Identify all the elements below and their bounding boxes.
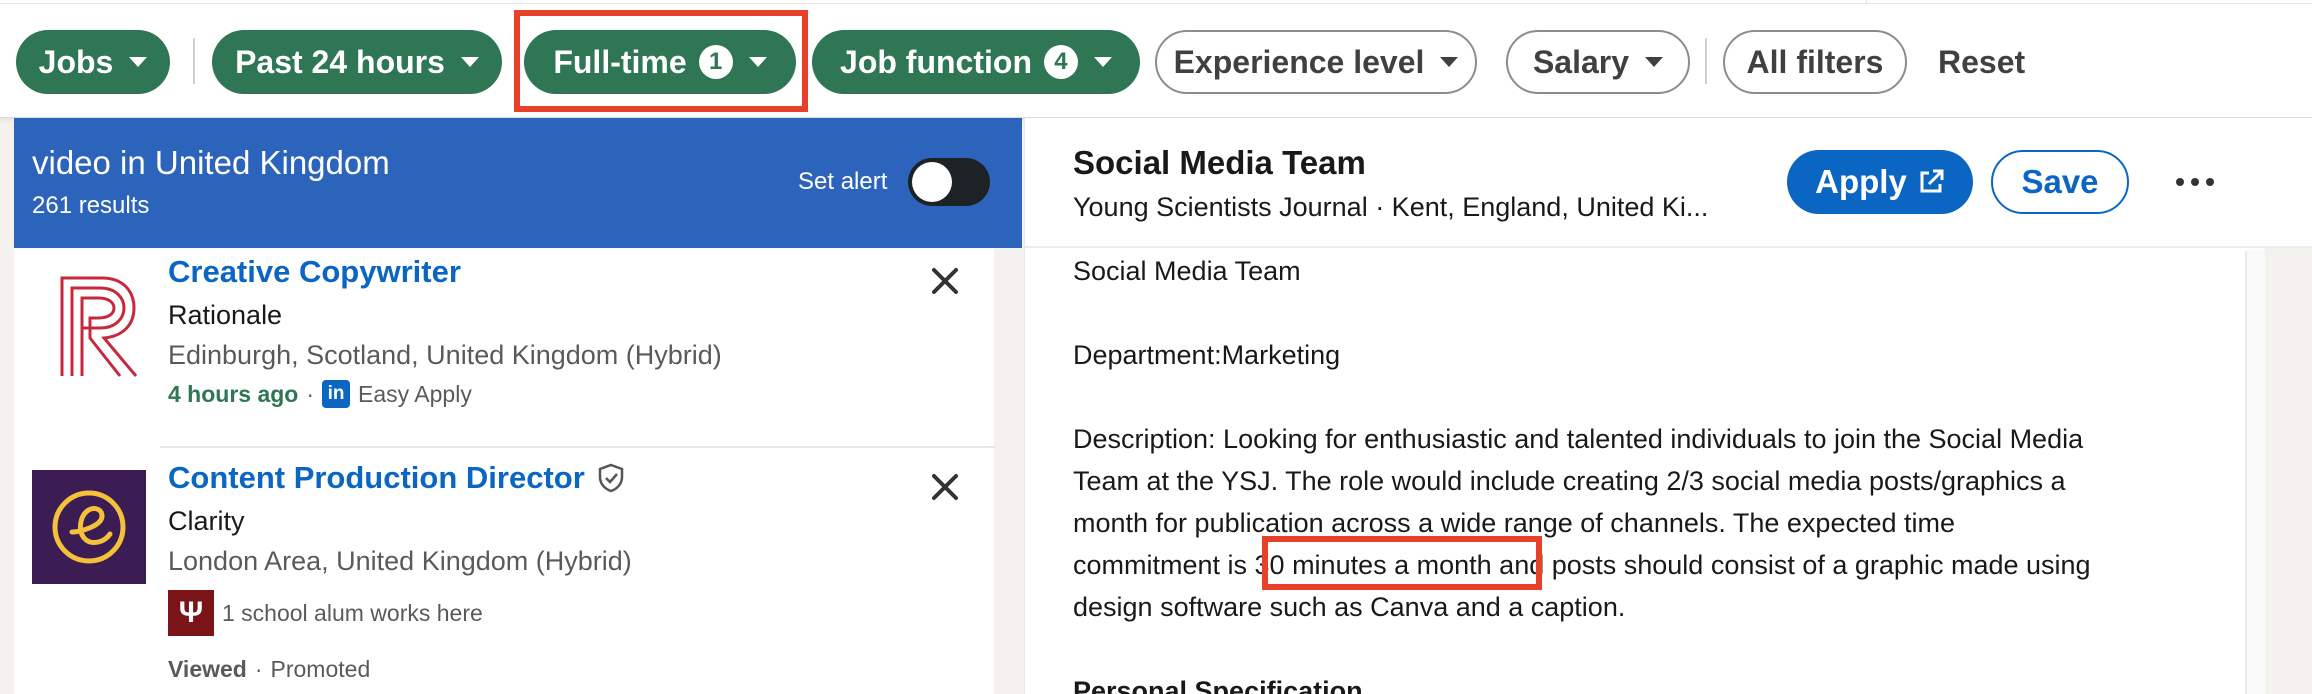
chevron-down-icon xyxy=(1093,57,1112,67)
job-function-filter-button[interactable]: Job function 4 xyxy=(812,30,1140,94)
desc-text: commitment is xyxy=(1073,550,1255,580)
desc-line: Social Media Team xyxy=(1073,256,1301,286)
desc-line: month for publication across a wide rang… xyxy=(1073,508,1956,538)
verified-shield-icon xyxy=(598,463,624,493)
search-title: video in United Kingdom xyxy=(32,144,390,181)
experience-level-filter-label: Experience level xyxy=(1173,43,1425,80)
scrollbar[interactable] xyxy=(2245,250,2265,694)
results-count: 261 results xyxy=(32,192,150,219)
external-link-icon xyxy=(1920,169,1944,193)
dismiss-job-icon[interactable] xyxy=(928,264,962,298)
linkedin-icon: in xyxy=(322,380,351,408)
meta-separator: · xyxy=(306,380,315,407)
toggle-knob xyxy=(912,162,952,202)
job-detail-title: Social Media Team xyxy=(1073,144,1366,181)
more-options-icon[interactable] xyxy=(2155,158,2235,206)
top-divider-notch xyxy=(1866,0,1867,4)
chevron-down-icon xyxy=(748,57,767,67)
job-card[interactable]: Content Production Director Clarity Lond… xyxy=(14,448,994,694)
school-logo-icon: Ψ xyxy=(168,590,214,636)
job-meta: 4 hours ago · in Easy Apply xyxy=(168,380,472,408)
reset-button[interactable]: Reset xyxy=(1938,30,2025,94)
all-filters-label: All filters xyxy=(1746,43,1884,80)
experience-level-filter-button[interactable]: Experience level xyxy=(1155,30,1477,94)
date-posted-filter-label: Past 24 hours xyxy=(235,43,445,80)
job-detail-panel: Social Media Team Young Scientists Journ… xyxy=(1024,118,2312,694)
highlighted-text: 30 minutes a month xyxy=(1254,550,1492,580)
filter-separator xyxy=(193,38,195,84)
job-type-filter-button[interactable]: Full-time 1 xyxy=(524,30,796,94)
desc-line: Description: Looking for enthusiastic an… xyxy=(1073,424,2084,454)
set-alert-toggle[interactable] xyxy=(908,158,990,206)
chevron-down-icon xyxy=(1645,57,1664,67)
easy-apply-label: Easy Apply xyxy=(358,380,472,407)
promoted-label: Promoted xyxy=(270,656,371,682)
desc-line: Team at the YSJ. The role would include … xyxy=(1073,466,2066,496)
chevron-down-icon xyxy=(460,57,479,67)
job-title-link[interactable]: Content Production Director xyxy=(168,460,625,496)
desc-line: Department:Marketing xyxy=(1073,340,1341,370)
job-title-text: Content Production Director xyxy=(168,460,585,495)
chevron-down-icon xyxy=(129,57,148,67)
jobs-filter-button[interactable]: Jobs xyxy=(16,30,170,94)
jobs-filter-label: Jobs xyxy=(38,43,114,80)
job-footer: Viewed · Promoted xyxy=(168,656,370,683)
alum-insight-text: 1 school alum works here xyxy=(222,599,483,626)
search-header: video in United Kingdom 261 results Set … xyxy=(14,118,1022,248)
section-heading: Personal Specification xyxy=(1073,676,1363,694)
filter-separator xyxy=(1705,38,1707,84)
chevron-down-icon xyxy=(1440,57,1459,67)
viewed-status: Viewed xyxy=(168,656,247,682)
date-posted-filter-button[interactable]: Past 24 hours xyxy=(212,30,502,94)
posted-time: 4 hours ago xyxy=(168,380,299,407)
job-title-link[interactable]: Creative Copywriter xyxy=(168,254,461,290)
meta-separator: · xyxy=(254,656,263,682)
save-button[interactable]: Save xyxy=(1991,150,2129,214)
job-description: Social Media Team Department:Marketing D… xyxy=(1073,250,2223,694)
desc-line: commitment is 30 minutes a month and pos… xyxy=(1073,544,2223,586)
top-divider xyxy=(0,3,2312,4)
dismiss-job-icon[interactable] xyxy=(928,470,962,504)
set-alert-label: Set alert xyxy=(798,168,888,195)
clarity-logo-icon xyxy=(32,470,146,584)
job-detail-subtitle: Young Scientists Journal · Kent, England… xyxy=(1073,192,1709,222)
job-function-count-badge: 4 xyxy=(1043,45,1078,79)
job-company: Clarity xyxy=(168,506,245,536)
job-company: Rationale xyxy=(168,300,283,330)
job-location: Edinburgh, Scotland, United Kingdom (Hyb… xyxy=(168,340,722,370)
desc-text: and posts should consist of a graphic ma… xyxy=(1491,550,2091,580)
job-location: London Area, United Kingdom (Hybrid) xyxy=(168,546,632,576)
filter-bar: Jobs Past 24 hours Full-time 1 Job funct… xyxy=(0,0,2312,118)
salary-filter-label: Salary xyxy=(1532,43,1630,80)
job-type-count-badge: 1 xyxy=(698,45,733,79)
job-detail-header: Social Media Team Young Scientists Journ… xyxy=(1025,118,2312,248)
desc-line: design software such as Canva and a capt… xyxy=(1073,592,1626,622)
all-filters-button[interactable]: All filters xyxy=(1723,30,1907,94)
job-card[interactable]: Creative Copywriter Rationale Edinburgh,… xyxy=(14,248,994,448)
results-panel: video in United Kingdom 261 results Set … xyxy=(14,118,1022,694)
job-function-filter-label: Job function xyxy=(840,43,1032,80)
job-insight: Ψ 1 school alum works here xyxy=(168,590,483,636)
apply-label: Apply xyxy=(1815,163,1907,200)
job-type-filter-label: Full-time xyxy=(553,43,687,80)
apply-button[interactable]: Apply xyxy=(1787,150,1973,214)
salary-filter-button[interactable]: Salary xyxy=(1506,30,1690,94)
rationale-logo-icon xyxy=(60,276,138,377)
